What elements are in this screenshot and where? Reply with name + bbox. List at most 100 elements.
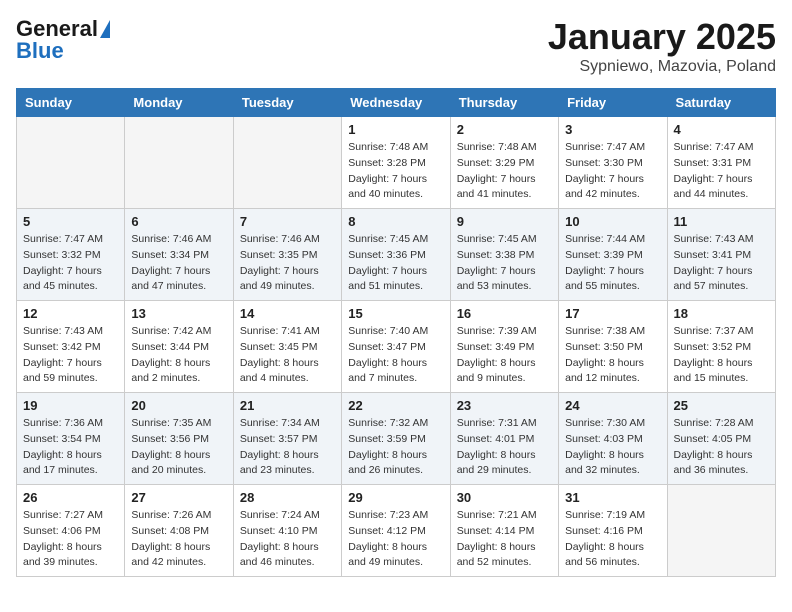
table-row: 13 Sunrise: 7:42 AMSunset: 3:44 PMDayligh… — [125, 301, 233, 393]
calendar-title: January 2025 — [548, 16, 776, 58]
table-row — [125, 117, 233, 209]
table-row: 29 Sunrise: 7:23 AMSunset: 4:12 PMDayligh… — [342, 485, 450, 577]
day-info: Sunrise: 7:43 AMSunset: 3:42 PMDaylight:… — [23, 324, 118, 387]
calendar-subtitle: Sypniewo, Mazovia, Poland — [548, 58, 776, 76]
logo-triangle-icon — [100, 20, 110, 38]
day-number: 12 — [23, 306, 118, 321]
day-number: 22 — [348, 398, 443, 413]
table-row: 3Sunrise: 7:47 AMSunset: 3:30 PMDaylight… — [559, 117, 667, 209]
table-row: 24 Sunrise: 7:30 AMSunset: 4:03 PMDayligh… — [559, 393, 667, 485]
table-row: 8Sunrise: 7:45 AMSunset: 3:36 PMDaylight… — [342, 209, 450, 301]
table-row: 7 Sunrise: 7:46 AMSunset: 3:35 PMDaylight… — [233, 209, 341, 301]
day-number: 11 — [674, 214, 769, 229]
calendar-week-row: 12 Sunrise: 7:43 AMSunset: 3:42 PMDayligh… — [17, 301, 776, 393]
table-row: 21 Sunrise: 7:34 AMSunset: 3:57 PMDayligh… — [233, 393, 341, 485]
day-info: Sunrise: 7:21 AMSunset: 4:14 PMDaylight:… — [457, 508, 552, 571]
table-row: 27Sunrise: 7:26 AMSunset: 4:08 PMDayligh… — [125, 485, 233, 577]
table-row: 30Sunrise: 7:21 AMSunset: 4:14 PMDayligh… — [450, 485, 558, 577]
day-info: Sunrise: 7:45 AMSunset: 3:38 PMDaylight:… — [457, 232, 552, 295]
calendar-week-row: 19 Sunrise: 7:36 AMSunset: 3:54 PMDayligh… — [17, 393, 776, 485]
table-row: 9 Sunrise: 7:45 AMSunset: 3:38 PMDaylight… — [450, 209, 558, 301]
title-block: January 2025 Sypniewo, Mazovia, Poland — [548, 16, 776, 76]
calendar-week-row: 5 Sunrise: 7:47 AMSunset: 3:32 PMDaylight… — [17, 209, 776, 301]
day-number: 9 — [457, 214, 552, 229]
day-number: 16 — [457, 306, 552, 321]
day-info: Sunrise: 7:35 AMSunset: 3:56 PMDaylight:… — [131, 416, 226, 479]
day-info: Sunrise: 7:40 AMSunset: 3:47 PMDaylight:… — [348, 324, 443, 387]
day-number: 2 — [457, 122, 552, 137]
day-info: Sunrise: 7:48 AMSunset: 3:29 PMDaylight:… — [457, 140, 552, 203]
day-number: 26 — [23, 490, 118, 505]
table-row: 31 Sunrise: 7:19 AMSunset: 4:16 PMDayligh… — [559, 485, 667, 577]
table-row: 2 Sunrise: 7:48 AMSunset: 3:29 PMDaylight… — [450, 117, 558, 209]
page-header: General Blue January 2025 Sypniewo, Mazo… — [16, 16, 776, 76]
day-number: 24 — [565, 398, 660, 413]
day-info: Sunrise: 7:47 AMSunset: 3:31 PMDaylight:… — [674, 140, 769, 203]
day-number: 29 — [348, 490, 443, 505]
day-number: 4 — [674, 122, 769, 137]
day-info: Sunrise: 7:30 AMSunset: 4:03 PMDaylight:… — [565, 416, 660, 479]
col-friday: Friday — [559, 89, 667, 117]
table-row: 23Sunrise: 7:31 AMSunset: 4:01 PMDayligh… — [450, 393, 558, 485]
calendar-week-row: 26 Sunrise: 7:27 AMSunset: 4:06 PMDayligh… — [17, 485, 776, 577]
calendar-header-row: Sunday Monday Tuesday Wednesday Thursday… — [17, 89, 776, 117]
table-row — [667, 485, 775, 577]
table-row: 5 Sunrise: 7:47 AMSunset: 3:32 PMDaylight… — [17, 209, 125, 301]
table-row: 6Sunrise: 7:46 AMSunset: 3:34 PMDaylight… — [125, 209, 233, 301]
day-number: 1 — [348, 122, 443, 137]
day-number: 18 — [674, 306, 769, 321]
day-number: 23 — [457, 398, 552, 413]
day-info: Sunrise: 7:46 AMSunset: 3:34 PMDaylight:… — [131, 232, 226, 295]
day-number: 13 — [131, 306, 226, 321]
day-number: 3 — [565, 122, 660, 137]
day-info: Sunrise: 7:27 AMSunset: 4:06 PMDaylight:… — [23, 508, 118, 571]
day-number: 28 — [240, 490, 335, 505]
day-number: 8 — [348, 214, 443, 229]
day-info: Sunrise: 7:41 AMSunset: 3:45 PMDaylight:… — [240, 324, 335, 387]
table-row: 16 Sunrise: 7:39 AMSunset: 3:49 PMDayligh… — [450, 301, 558, 393]
day-number: 15 — [348, 306, 443, 321]
calendar-week-row: 1Sunrise: 7:48 AMSunset: 3:28 PMDaylight… — [17, 117, 776, 209]
table-row: 26 Sunrise: 7:27 AMSunset: 4:06 PMDayligh… — [17, 485, 125, 577]
col-sunday: Sunday — [17, 89, 125, 117]
table-row: 19 Sunrise: 7:36 AMSunset: 3:54 PMDayligh… — [17, 393, 125, 485]
day-number: 20 — [131, 398, 226, 413]
day-number: 25 — [674, 398, 769, 413]
logo-blue: Blue — [16, 38, 64, 64]
table-row: 12 Sunrise: 7:43 AMSunset: 3:42 PMDayligh… — [17, 301, 125, 393]
day-number: 5 — [23, 214, 118, 229]
table-row: 22 Sunrise: 7:32 AMSunset: 3:59 PMDayligh… — [342, 393, 450, 485]
col-tuesday: Tuesday — [233, 89, 341, 117]
day-number: 31 — [565, 490, 660, 505]
day-info: Sunrise: 7:42 AMSunset: 3:44 PMDaylight:… — [131, 324, 226, 387]
table-row: 11 Sunrise: 7:43 AMSunset: 3:41 PMDayligh… — [667, 209, 775, 301]
day-info: Sunrise: 7:32 AMSunset: 3:59 PMDaylight:… — [348, 416, 443, 479]
calendar-table: Sunday Monday Tuesday Wednesday Thursday… — [16, 88, 776, 577]
day-number: 19 — [23, 398, 118, 413]
day-info: Sunrise: 7:36 AMSunset: 3:54 PMDaylight:… — [23, 416, 118, 479]
col-monday: Monday — [125, 89, 233, 117]
day-info: Sunrise: 7:43 AMSunset: 3:41 PMDaylight:… — [674, 232, 769, 295]
day-number: 21 — [240, 398, 335, 413]
table-row: 4 Sunrise: 7:47 AMSunset: 3:31 PMDaylight… — [667, 117, 775, 209]
day-info: Sunrise: 7:23 AMSunset: 4:12 PMDaylight:… — [348, 508, 443, 571]
day-info: Sunrise: 7:34 AMSunset: 3:57 PMDaylight:… — [240, 416, 335, 479]
table-row: 14 Sunrise: 7:41 AMSunset: 3:45 PMDayligh… — [233, 301, 341, 393]
table-row — [17, 117, 125, 209]
table-row: 20 Sunrise: 7:35 AMSunset: 3:56 PMDayligh… — [125, 393, 233, 485]
day-info: Sunrise: 7:28 AMSunset: 4:05 PMDaylight:… — [674, 416, 769, 479]
day-info: Sunrise: 7:46 AMSunset: 3:35 PMDaylight:… — [240, 232, 335, 295]
day-info: Sunrise: 7:39 AMSunset: 3:49 PMDaylight:… — [457, 324, 552, 387]
day-info: Sunrise: 7:19 AMSunset: 4:16 PMDaylight:… — [565, 508, 660, 571]
day-number: 7 — [240, 214, 335, 229]
day-info: Sunrise: 7:47 AMSunset: 3:32 PMDaylight:… — [23, 232, 118, 295]
col-thursday: Thursday — [450, 89, 558, 117]
col-wednesday: Wednesday — [342, 89, 450, 117]
logo: General Blue — [16, 16, 110, 64]
table-row: 17Sunrise: 7:38 AMSunset: 3:50 PMDayligh… — [559, 301, 667, 393]
table-row — [233, 117, 341, 209]
day-number: 14 — [240, 306, 335, 321]
table-row: 1Sunrise: 7:48 AMSunset: 3:28 PMDaylight… — [342, 117, 450, 209]
day-info: Sunrise: 7:26 AMSunset: 4:08 PMDaylight:… — [131, 508, 226, 571]
col-saturday: Saturday — [667, 89, 775, 117]
